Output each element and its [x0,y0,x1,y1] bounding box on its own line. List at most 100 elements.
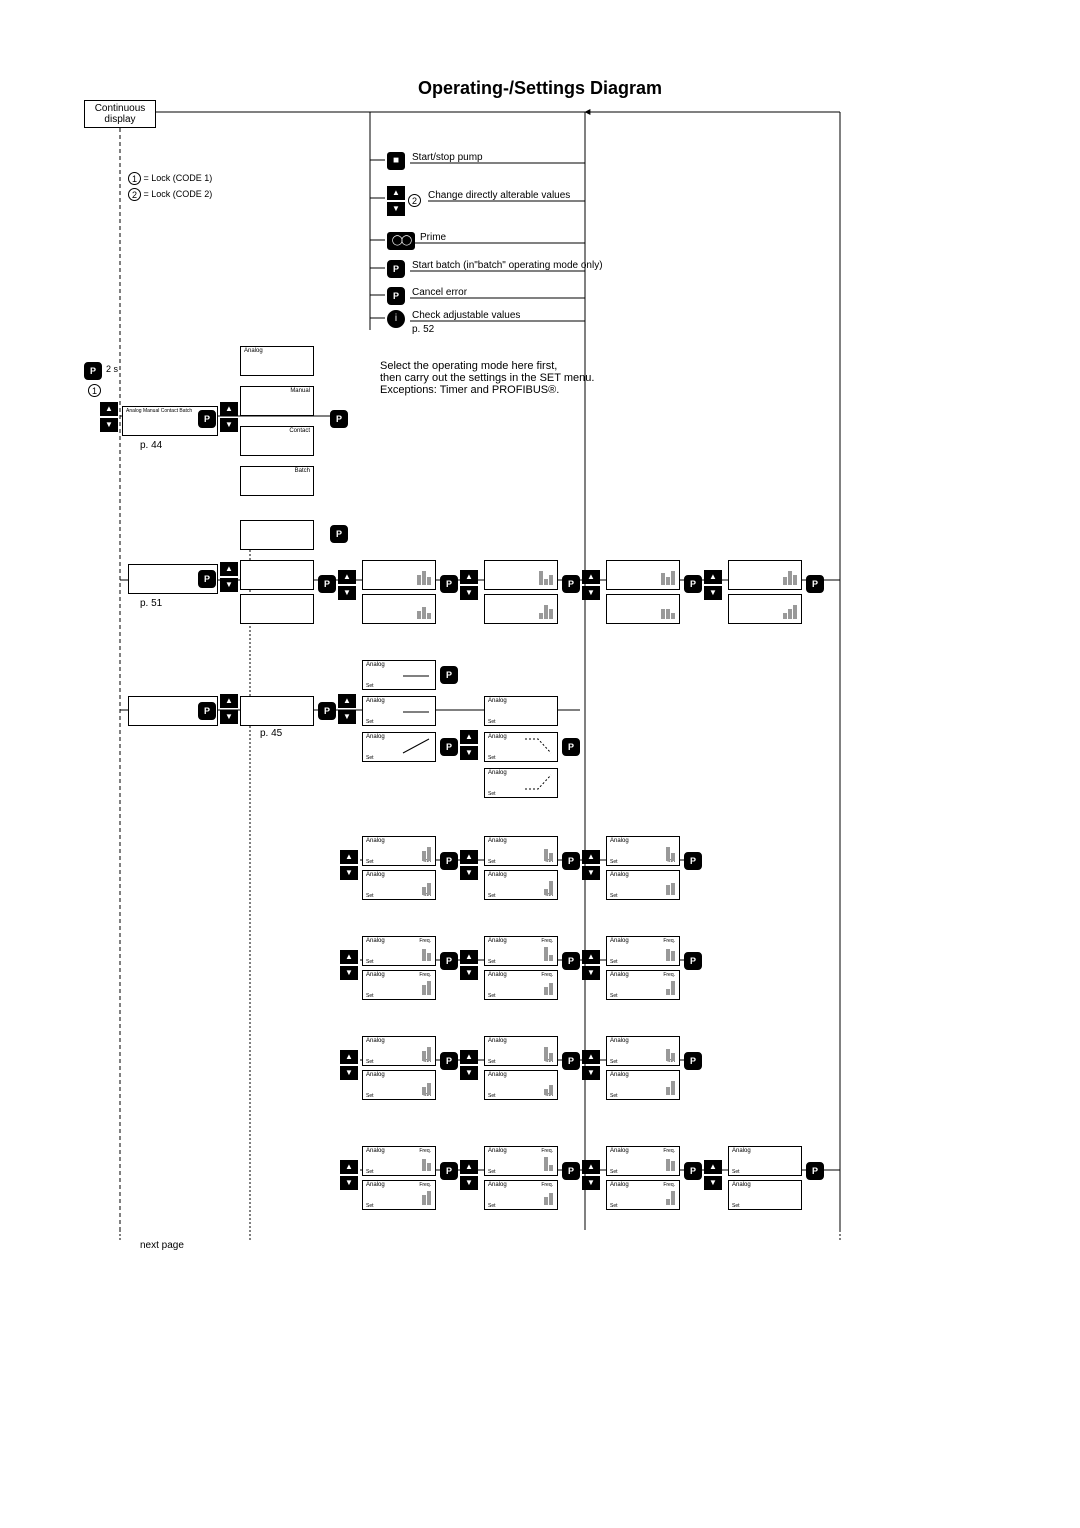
p45-label: p. 45 [260,728,282,739]
start-stop-icon: ■ [387,152,405,170]
ar1-sub: Set [488,719,496,725]
r1070-a-bot: AnalogSetFreq. [362,1180,436,1210]
s: Set [610,993,618,999]
r760-c-top: AnalogSetmA [606,836,680,866]
mode-batch-label: Batch [295,468,310,474]
p-r760-a: P [440,852,458,870]
ar2-sub: Set [488,755,496,761]
mode-contact-label: Contact [289,428,310,434]
l: Analog [366,938,385,944]
l: Analog [488,938,507,944]
r480-c-top [484,560,558,590]
s: Set [488,893,496,899]
r760-a-top: AnalogSetmA [362,836,436,866]
up-icon: ▲ [220,562,238,576]
down-icon: ▼ [340,1066,358,1080]
circle-1-ref-icon: 1 [88,384,101,397]
fq: Freq. [663,972,675,978]
up-icon: ▲ [460,1160,478,1174]
r960-c-bot: AnalogSet [606,1070,680,1100]
r860-c-top: AnalogSetFreq. [606,936,680,966]
p-button-cancel-icon: P [387,287,405,305]
down-icon: ▼ [338,586,356,600]
up-icon: ▲ [460,730,478,744]
r480-a-bot [240,594,314,624]
nav-r1070-cd: ▲▼ [704,1160,722,1192]
fq: Freq. [663,938,675,944]
row2-top-box [240,520,314,550]
mode-analog-label: Analog [244,348,263,354]
r610-box1 [240,696,314,726]
down-icon: ▼ [338,710,356,724]
action-start-stop: Start/stop pump [412,152,483,163]
p-r480-d: P [684,575,702,593]
down-icon: ▼ [582,866,600,880]
down-icon: ▼ [582,586,600,600]
s: Set [366,993,374,999]
down-icon: ▼ [460,586,478,600]
s: Set [610,1059,618,1065]
r860-b-bot: AnalogSetFreq. [484,970,558,1000]
r760-c-bot: AnalogSet [606,870,680,900]
p-button-batch-icon: P [387,260,405,278]
s: Set [610,1169,618,1175]
down-icon: ▼ [220,578,238,592]
l: Analog [488,972,507,978]
p-r480-e: P [806,575,824,593]
nav-r860-ab: ▲▼ [460,950,478,982]
p-r760-c: P [684,852,702,870]
up-icon: ▲ [460,570,478,584]
p-r960-b: P [562,1052,580,1070]
s: Set [488,1059,496,1065]
ac3-sub: Set [366,755,374,761]
ac2-sub: Set [366,719,374,725]
r480-d-top [606,560,680,590]
s: Set [366,893,374,899]
up-icon: ▲ [704,1160,722,1174]
down-icon: ▼ [460,746,478,760]
continuous-display-l1: Continuous [87,103,153,114]
r480-d-bot [606,594,680,624]
curve-flat-icon [401,667,431,685]
nav-r960-bc: ▲▼ [582,1050,600,1082]
l: Analog [610,938,629,944]
p-r480-c: P [562,575,580,593]
ac3-lbl: Analog [366,734,385,740]
up-icon: ▲ [582,850,600,864]
legend-row1: 1 = Lock (CODE 1) [128,172,212,185]
up-icon: ▲ [340,850,358,864]
down-icon: ▼ [704,586,722,600]
r480-b-top [362,560,436,590]
p-r760-b: P [562,852,580,870]
p-button-modes-icon: P [330,410,348,428]
fq: Freq. [419,938,431,944]
p-button-p51: P [198,570,216,588]
up-icon: ▲ [460,850,478,864]
action-prime: Prime [420,232,446,243]
up-icon: ▲ [338,570,356,584]
nav-r1070-ab: ▲▼ [460,1160,478,1192]
down-icon: ▼ [220,418,238,432]
diagram-canvas: Continuous display 1 = Lock (CODE 1) 2 =… [80,100,1000,1460]
analog-right-3: Analog Set [484,768,558,798]
ar3-lbl: Analog [488,770,507,776]
info-icon: i [387,310,405,328]
up-icon: ▲ [220,694,238,708]
s: Set [366,1203,374,1209]
l: Analog [610,1148,629,1154]
nav-r760-bc: ▲▼ [582,850,600,882]
r960-b-top: AnalogSetmA [484,1036,558,1066]
p-r610-1: P [318,702,336,720]
two-s-label: 2 s [106,364,118,374]
p-button-modebar-icon: P [198,410,216,428]
down-icon: ▼ [460,966,478,980]
mode-contact-box: Contact [240,426,314,456]
r480-c-bot [484,594,558,624]
fq: Freq. [541,1182,553,1188]
l: Analog [366,1038,385,1044]
l: Analog [610,1072,629,1078]
down-icon: ▼ [582,1066,600,1080]
up-icon: ▲ [340,1050,358,1064]
l: Analog [366,1148,385,1154]
legend-row2: 2 = Lock (CODE 2) [128,188,212,201]
